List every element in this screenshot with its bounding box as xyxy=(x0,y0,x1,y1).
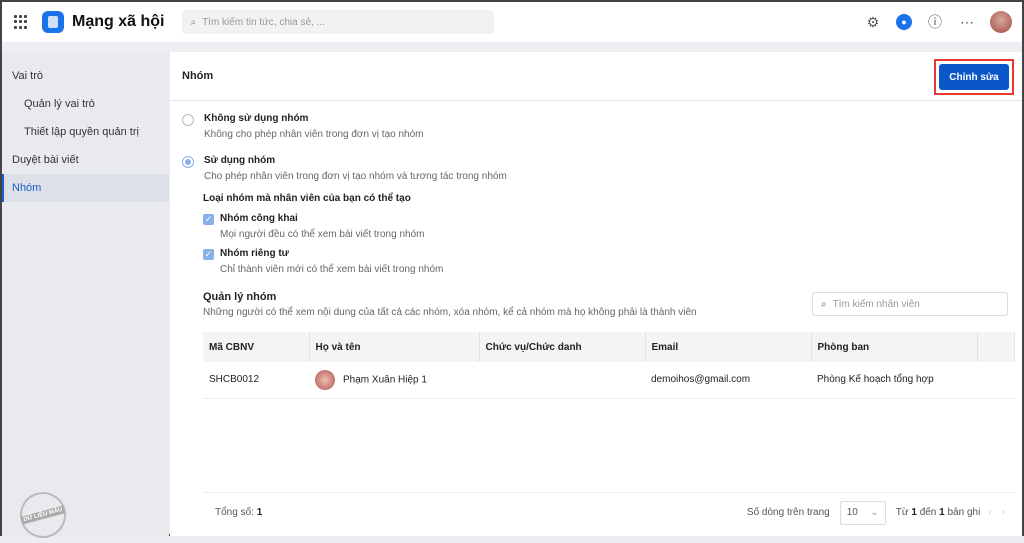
app-logo-icon xyxy=(42,11,64,33)
col-dept: Phòng ban xyxy=(811,332,978,362)
user-avatar[interactable] xyxy=(990,11,1012,33)
col-name: Họ và tên xyxy=(309,332,480,362)
more-icon[interactable]: ⋯ xyxy=(958,13,976,31)
type-private[interactable]: ✓ Nhóm riêng tư Chỉ thành viên mới có th… xyxy=(203,248,443,275)
app-title: Mạng xã hội xyxy=(72,13,165,30)
avatar xyxy=(315,369,335,390)
search-icon: ⌕ xyxy=(190,16,197,28)
checkbox-public[interactable]: ✓ xyxy=(203,214,214,225)
col-email: Email xyxy=(645,332,812,362)
col-code: Mã CBNV xyxy=(203,332,310,362)
employee-search-input[interactable]: ⌕ Tìm kiếm nhân viên xyxy=(812,292,1008,316)
sidebar-item-roles[interactable]: Vai trò xyxy=(2,62,169,90)
sidebar-item-role-management[interactable]: Quản lý vai trò xyxy=(2,90,169,118)
chevron-down-icon: ⌄ xyxy=(870,507,879,518)
managers-table: Mã CBNV Họ và tên Chức vụ/Chức danh Emai… xyxy=(203,332,1015,399)
option-no-groups[interactable]: Không sử dụng nhóm Không cho phép nhân v… xyxy=(182,113,424,140)
range-text: Từ 1 đến 1 bản ghi xyxy=(895,507,981,518)
col-position: Chức vụ/Chức danh xyxy=(479,332,646,362)
rows-per-page-select[interactable]: 10 ⌄ xyxy=(839,500,886,525)
radio-no-groups[interactable] xyxy=(182,114,194,126)
total-count: Tổng số: 1 xyxy=(215,507,263,518)
checkbox-private[interactable]: ✓ xyxy=(203,249,214,260)
sidebar-item-admin-permissions[interactable]: Thiết lập quyền quản trị xyxy=(2,118,169,146)
messenger-icon[interactable]: ● xyxy=(896,14,912,30)
option-use-groups[interactable]: Sử dụng nhóm Cho phép nhân viên trong đơ… xyxy=(182,155,507,182)
sidebar: Vai trò Quản lý vai trò Thiết lập quyền … xyxy=(2,52,169,543)
sidebar-item-groups[interactable]: Nhóm xyxy=(2,174,169,202)
radio-use-groups[interactable] xyxy=(182,156,194,168)
group-types-label: Loại nhóm mà nhân viên của bạn có thể tạ… xyxy=(203,193,411,204)
next-page-icon[interactable]: › xyxy=(1002,507,1005,518)
page-title: Nhóm xyxy=(182,70,214,82)
main-content: Nhóm Chỉnh sửa Không sử dụng nhóm Không … xyxy=(170,52,1022,536)
table-row[interactable]: SHCB0012 Phạm Xuân Hiệp 1 demoihos@gmail… xyxy=(203,362,1015,399)
apps-grid-icon[interactable] xyxy=(14,15,28,29)
prev-page-icon[interactable]: ‹ xyxy=(988,507,991,518)
manage-desc: Những người có thể xem nội dung của tất … xyxy=(203,307,697,318)
manage-title: Quản lý nhóm xyxy=(203,291,277,303)
search-icon: ⌕ xyxy=(821,298,827,310)
table-footer: Tổng số: 1 Số dòng trên trang 10 ⌄ Từ 1 đ… xyxy=(203,492,1015,532)
edit-button[interactable]: Chỉnh sửa xyxy=(939,64,1009,90)
gear-icon[interactable]: ⚙ xyxy=(864,13,882,31)
global-search-input[interactable]: ⌕ Tìm kiếm tin tức, chia sẻ, ... xyxy=(182,10,495,34)
top-bar: Mạng xã hội ⌕ Tìm kiếm tin tức, chia sẻ, … xyxy=(2,2,1022,42)
sidebar-item-post-approval[interactable]: Duyệt bài viết xyxy=(2,146,169,174)
help-icon[interactable]: ⓘ xyxy=(926,13,944,31)
type-public[interactable]: ✓ Nhóm công khai Mọi người đều có thể xe… xyxy=(203,213,424,240)
